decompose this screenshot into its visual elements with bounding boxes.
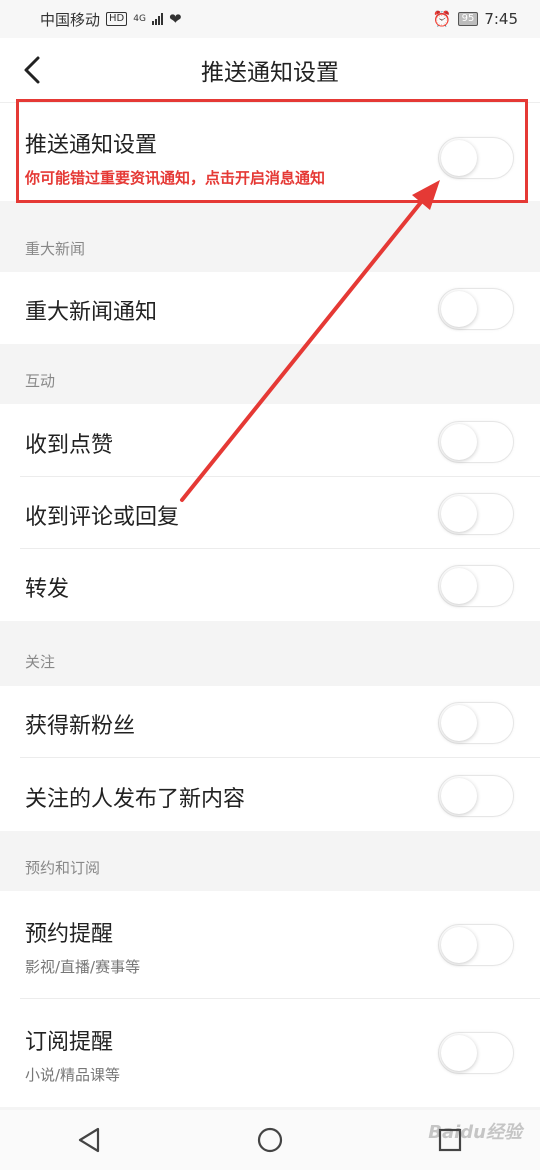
toggle-knob: [441, 705, 477, 741]
health-icon: ❤: [168, 10, 182, 28]
nav-back-icon[interactable]: [76, 1126, 104, 1154]
toggle-knob: [441, 424, 477, 460]
section-interaction: 互动: [25, 372, 56, 390]
watermark-logo: Baidu经验: [428, 1122, 522, 1143]
major-news-row[interactable]: 重大新闻通知: [0, 272, 540, 344]
network-type: 4G: [133, 13, 146, 24]
likes-toggle[interactable]: [438, 421, 514, 463]
comments-row[interactable]: 收到评论或回复: [0, 477, 540, 549]
major-news-label: 重大新闻通知: [25, 300, 158, 325]
back-arrow-icon[interactable]: [20, 52, 48, 88]
major-news-toggle[interactable]: [438, 288, 514, 330]
push-setting-hint: 你可能错过重要资讯通知，点击开启消息通知: [25, 169, 326, 187]
forward-label: 转发: [25, 577, 70, 602]
alarm-icon: ⏰: [432, 10, 452, 28]
comments-label: 收到评论或回复: [25, 505, 180, 530]
booking-label: 预约提醒: [25, 922, 114, 947]
nav-header: 推送通知设置: [0, 38, 540, 103]
subscribe-row[interactable]: 订阅提醒 小说/精品课等: [0, 999, 540, 1107]
carrier-label: 中国移动: [40, 10, 101, 29]
follow-new-row[interactable]: 关注的人发布了新内容: [0, 758, 540, 831]
follow-new-toggle[interactable]: [438, 775, 514, 817]
push-setting-label: 推送通知设置: [25, 133, 158, 158]
forward-toggle[interactable]: [438, 565, 514, 607]
toggle-knob: [441, 291, 477, 327]
forward-row[interactable]: 转发: [0, 549, 540, 621]
booking-row[interactable]: 预约提醒 影视/直播/赛事等: [0, 891, 540, 999]
toggle-knob: [441, 1035, 477, 1071]
subscribe-toggle[interactable]: [438, 1032, 514, 1074]
push-setting-row[interactable]: 推送通知设置 你可能错过重要资讯通知，点击开启消息通知: [0, 103, 540, 201]
signal-icon: [151, 13, 163, 25]
new-fans-row[interactable]: 获得新粉丝: [0, 686, 540, 758]
toggle-knob: [441, 140, 477, 176]
new-fans-label: 获得新粉丝: [25, 714, 136, 739]
likes-row[interactable]: 收到点赞: [0, 404, 540, 477]
hd-icon: HD: [106, 12, 128, 26]
subscribe-label: 订阅提醒: [25, 1030, 114, 1055]
battery-icon: 95: [457, 12, 479, 26]
toggle-knob: [441, 927, 477, 963]
likes-label: 收到点赞: [25, 433, 114, 458]
section-follow: 关注: [25, 653, 56, 671]
status-bar: 中国移动 HD 4G ❤ ⏰ 95 7:45: [0, 0, 540, 38]
new-fans-toggle[interactable]: [438, 702, 514, 744]
nav-home-icon[interactable]: [256, 1126, 284, 1154]
booking-toggle[interactable]: [438, 924, 514, 966]
section-booking: 预约和订阅: [25, 859, 101, 877]
toggle-knob: [441, 496, 477, 532]
page-title: 推送通知设置: [201, 60, 339, 86]
subscribe-desc: 小说/精品课等: [25, 1066, 121, 1084]
toggle-knob: [441, 568, 477, 604]
comments-toggle[interactable]: [438, 493, 514, 535]
clock: 7:45: [484, 10, 518, 28]
push-toggle[interactable]: [438, 137, 514, 179]
booking-desc: 影视/直播/赛事等: [25, 958, 141, 976]
section-major-news: 重大新闻: [25, 240, 86, 258]
follow-new-label: 关注的人发布了新内容: [25, 787, 246, 812]
toggle-knob: [441, 778, 477, 814]
